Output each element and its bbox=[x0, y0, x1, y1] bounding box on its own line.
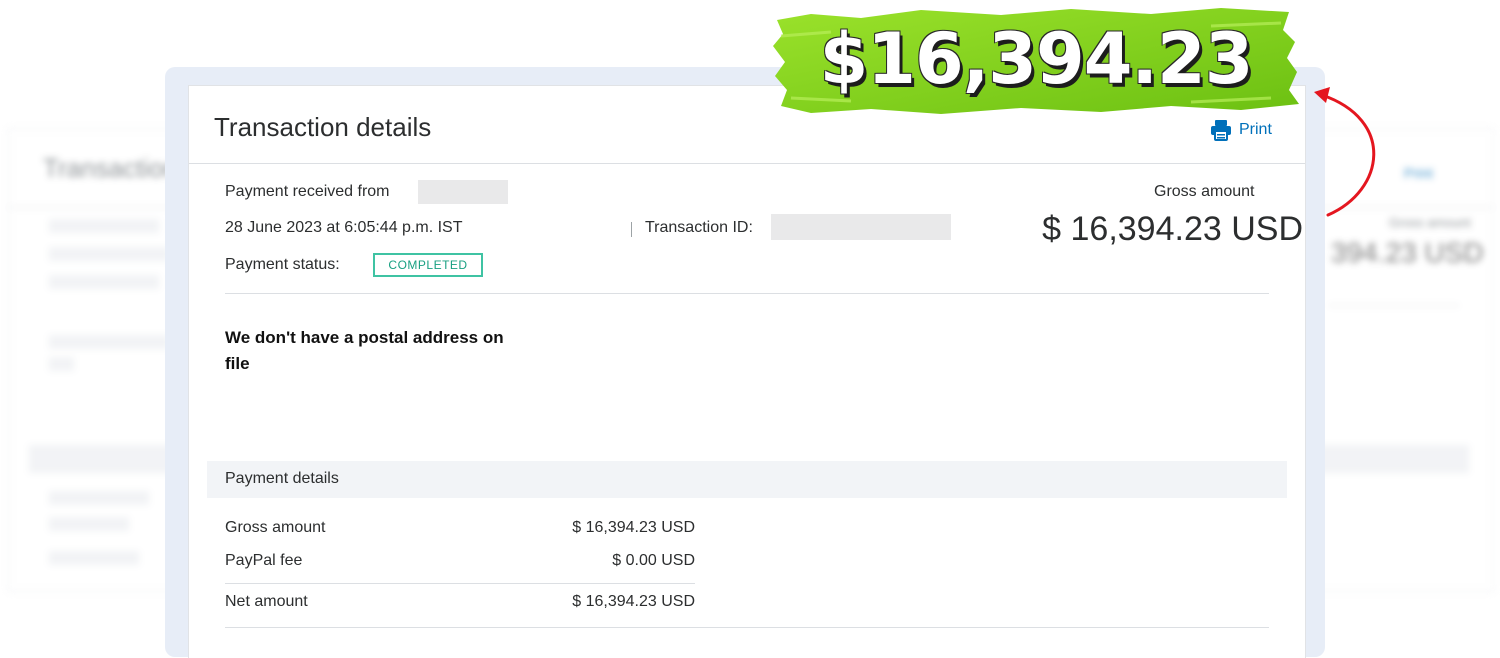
gross-amount-label: Gross amount bbox=[1154, 183, 1255, 200]
bg-text-block bbox=[49, 275, 159, 289]
bg-gross-label: Gross amount bbox=[1389, 215, 1471, 230]
printer-icon bbox=[1211, 120, 1231, 141]
redacted-transaction-id bbox=[771, 214, 951, 240]
payment-status-label: Payment status: bbox=[225, 256, 340, 273]
bg-text-block bbox=[49, 247, 169, 261]
bg-print: Print bbox=[1404, 165, 1433, 181]
print-label: Print bbox=[1239, 121, 1272, 138]
bg-text-block bbox=[49, 551, 139, 565]
detail-label-gross: Gross amount bbox=[225, 519, 326, 536]
divider bbox=[225, 583, 695, 584]
bg-text-block bbox=[49, 517, 129, 531]
detail-value-fee: $ 0.00 USD bbox=[612, 552, 695, 569]
payment-details-heading: Payment details bbox=[225, 470, 339, 487]
redacted-sender bbox=[418, 180, 508, 204]
bg-text-block bbox=[49, 335, 169, 349]
divider bbox=[225, 627, 1269, 628]
bg-gross-value: 394.23 USD bbox=[1331, 237, 1484, 268]
payment-details-header: Payment details bbox=[207, 461, 1287, 498]
amount-highlight-banner: $16,394.23 bbox=[771, 6, 1301, 116]
payment-received-from-label: Payment received from bbox=[225, 183, 390, 200]
transaction-id-label: Transaction ID: bbox=[645, 219, 753, 236]
bg-title: Transaction bbox=[43, 153, 178, 183]
status-badge: COMPLETED bbox=[373, 253, 483, 277]
postal-address-note: We don't have a postal address on file bbox=[225, 328, 504, 373]
bg-text-block bbox=[49, 219, 159, 233]
bg-text-block bbox=[49, 357, 74, 371]
page-title: Transaction details bbox=[214, 112, 432, 142]
gross-amount-value: $ 16,394.23 USD bbox=[1042, 210, 1303, 248]
separator bbox=[631, 222, 632, 237]
detail-value-net: $ 16,394.23 USD bbox=[572, 593, 695, 610]
detail-value-gross: $ 16,394.23 USD bbox=[572, 519, 695, 536]
red-arrow-icon bbox=[1314, 87, 1376, 217]
detail-label-fee: PayPal fee bbox=[225, 552, 303, 569]
detail-label-net: Net amount bbox=[225, 593, 308, 610]
highlighted-amount: $16,394.23 bbox=[819, 18, 1254, 100]
print-button[interactable]: Print bbox=[1210, 119, 1272, 141]
divider bbox=[225, 293, 1269, 294]
transaction-date: 28 June 2023 at 6:05:44 p.m. IST bbox=[225, 219, 463, 236]
bg-divider bbox=[1329, 305, 1459, 306]
transaction-details-card: Transaction details Print Payment receiv… bbox=[188, 85, 1306, 658]
bg-text-block bbox=[49, 491, 149, 505]
